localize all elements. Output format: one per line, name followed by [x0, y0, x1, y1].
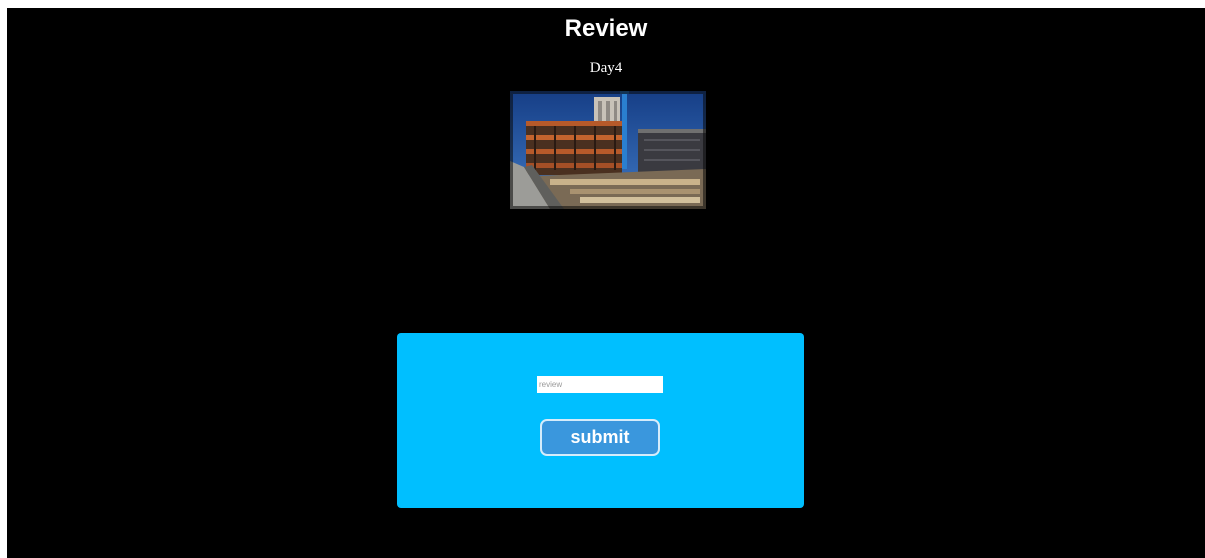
construction-site-photo	[510, 91, 706, 209]
construction-photo-graphic	[510, 91, 706, 209]
review-input[interactable]	[537, 376, 663, 393]
review-form-panel: submit	[397, 333, 804, 508]
submit-button[interactable]: submit	[540, 419, 660, 456]
page-title: Review	[564, 15, 648, 42]
page-subtitle: Day4	[589, 60, 623, 76]
page-frame: Review Day4 review submit	[7, 8, 1205, 558]
